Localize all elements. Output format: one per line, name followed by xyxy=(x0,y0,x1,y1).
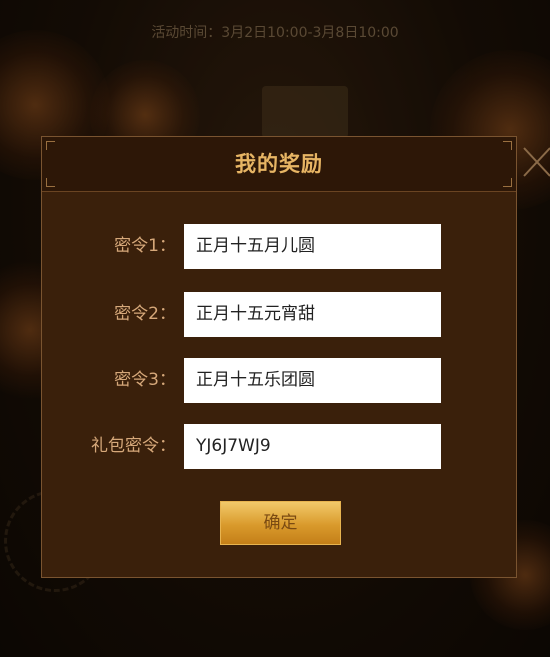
code-label-1: 密令1： xyxy=(114,236,176,256)
code-label-2: 密令2： xyxy=(114,304,176,324)
code-row-2: 密令2： xyxy=(42,292,516,337)
code-row-3: 密令3： xyxy=(42,358,516,403)
code-field-3[interactable] xyxy=(184,358,441,403)
reward-dialog: 我的奖励 密令1： 密令2： 密令3： 礼包密令： 确定 xyxy=(41,136,517,578)
code-field-2[interactable] xyxy=(184,292,441,337)
close-icon xyxy=(523,147,550,177)
dialog-title: 我的奖励 xyxy=(235,152,323,176)
page: 活动时间：3月2日10:00-3月8日10:00 我的奖励 密令1： 密令2： … xyxy=(0,0,550,657)
gift-code-row: 礼包密令： xyxy=(42,424,516,469)
code-field-1[interactable] xyxy=(184,224,441,269)
gift-code-label: 礼包密令： xyxy=(91,436,176,456)
dialog-header: 我的奖励 xyxy=(42,137,516,192)
code-label-3: 密令3： xyxy=(114,370,176,390)
gift-code-field[interactable] xyxy=(184,424,441,469)
code-row-1: 密令1： xyxy=(42,224,516,269)
confirm-button[interactable]: 确定 xyxy=(220,501,341,545)
close-button[interactable] xyxy=(518,142,550,182)
